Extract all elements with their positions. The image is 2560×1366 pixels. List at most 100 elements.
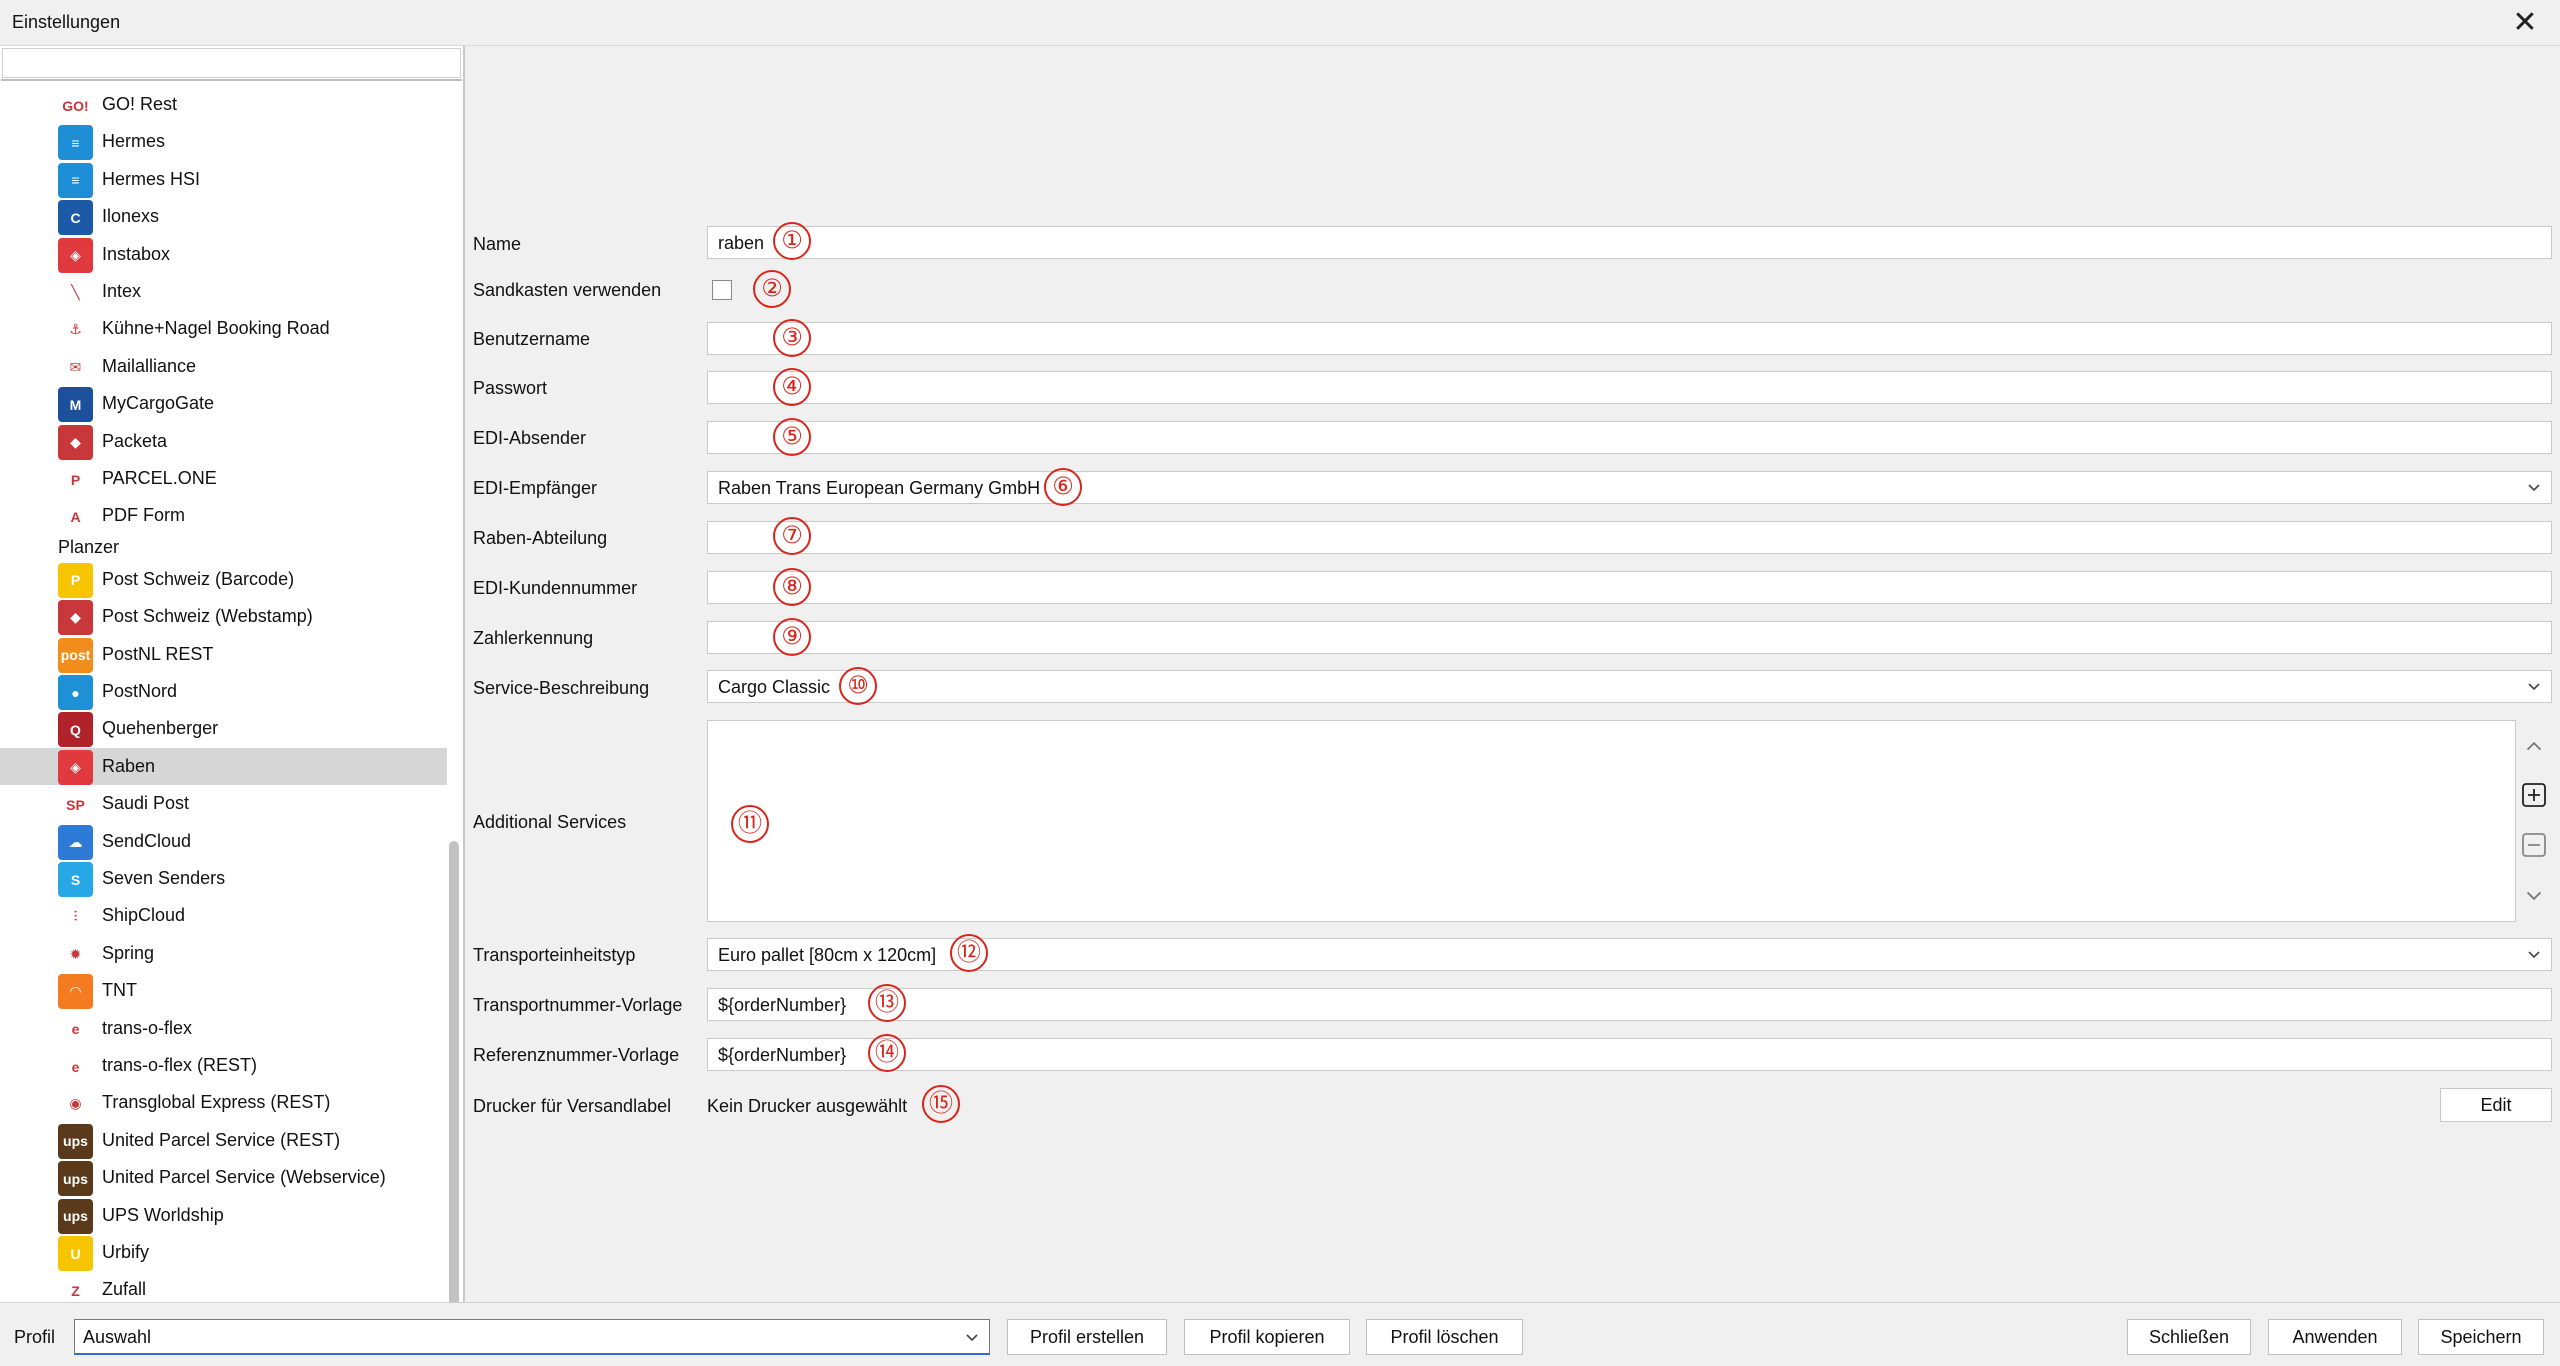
bottom-bar: Profil Auswahl Profil erstellen Profil k… — [0, 1302, 2560, 1366]
close-icon[interactable]: ✕ — [2506, 4, 2544, 42]
transglobal-logo-icon: ◉ — [58, 1086, 93, 1122]
sidebar-item-post-schweiz-webstamp[interactable]: ◆ Post Schweiz (Webstamp) — [0, 598, 447, 636]
sidebar-item-hermes[interactable]: ≡ Hermes — [0, 123, 447, 161]
password-input[interactable] — [707, 371, 2552, 404]
copy-profile-button[interactable]: Profil kopieren — [1184, 1319, 1350, 1355]
urbify-logo-icon: U — [58, 1236, 93, 1271]
service-description-select[interactable]: Cargo Classic — [707, 670, 2552, 703]
save-button[interactable]: Speichern — [2418, 1319, 2544, 1355]
sidebar-item-mycargogate[interactable]: M MyCargoGate — [0, 385, 447, 423]
remove-service-button[interactable] — [2516, 822, 2552, 868]
raben-department-label: Raben-Abteilung — [473, 528, 608, 548]
trans-o-flex-logo-icon: e — [58, 1049, 93, 1084]
payer-id-input[interactable] — [707, 621, 2552, 654]
edi-sender-input[interactable] — [707, 421, 2552, 454]
chevron-up-icon — [2526, 741, 2542, 751]
additional-services-list[interactable] — [707, 720, 2516, 922]
move-up-button[interactable] — [2516, 724, 2552, 770]
sidebar-item-shipcloud[interactable]: ⫶ ShipCloud — [0, 897, 447, 935]
sidebar-item-label: Instabox — [102, 243, 171, 264]
sidebar-item-raben[interactable]: ◈ Raben — [0, 747, 447, 785]
sidebar-item-tnt[interactable]: ◠ TNT — [0, 972, 447, 1010]
sidebar-item-k-hne-nagel-booking-road[interactable]: ⚓ Kühne+Nagel Booking Road — [0, 310, 447, 348]
sidebar-item-spring[interactable]: ✹ Spring — [0, 935, 447, 972]
profile-select[interactable]: Auswahl — [74, 1319, 990, 1355]
edi-sender-label: EDI-Absender — [473, 428, 587, 448]
sidebar-item-transglobal-express-rest[interactable]: ◉ Transglobal Express (REST) — [0, 1084, 447, 1122]
shipcloud-logo-icon: ⫶ — [58, 899, 93, 935]
marker-8: ⑧ — [773, 568, 811, 606]
sandbox-label: Sandkasten verwenden — [473, 280, 662, 300]
sidebar-item-saudi-post[interactable]: SP Saudi Post — [0, 785, 447, 823]
add-service-button[interactable] — [2516, 772, 2552, 818]
reference-number-template-input[interactable]: ${orderNumber} — [707, 1038, 2552, 1071]
close-button[interactable]: Schließen — [2127, 1319, 2251, 1355]
sidebar-item-ups-worldship[interactable]: ups UPS Worldship — [0, 1197, 447, 1234]
move-down-button[interactable] — [2516, 872, 2552, 918]
name-input[interactable]: raben — [707, 226, 2552, 259]
sidebar-item-label: Mailalliance — [102, 355, 197, 376]
transport-unit-type-value: Euro pallet [80cm x 120cm] — [718, 945, 937, 965]
minus-box-icon — [2522, 833, 2546, 857]
mycargogate-logo-icon: M — [58, 387, 93, 423]
edi-receiver-select[interactable]: Raben Trans European Germany GmbH — [707, 471, 2552, 504]
raben-logo-icon: ◈ — [58, 749, 93, 785]
quehenberger-logo-icon: Q — [58, 712, 93, 748]
chevron-down-icon — [2528, 484, 2540, 492]
sidebar-item-ilonexs[interactable]: C Ilonexs — [0, 198, 447, 236]
sidebar-item-packeta[interactable]: ◆ Packeta — [0, 423, 447, 460]
postnl-logo-icon: post — [58, 637, 93, 673]
sidebar-item-label: Intex — [102, 281, 142, 301]
ups-logo-icon: ups — [58, 1198, 93, 1234]
sidebar-item-sendcloud[interactable]: ☁ SendCloud — [0, 823, 447, 860]
sidebar-item-united-parcel-service-rest[interactable]: ups United Parcel Service (REST) — [0, 1122, 447, 1159]
additional-services-label: Additional Services — [473, 812, 627, 832]
sidebar-item-urbify[interactable]: U Urbify — [0, 1234, 447, 1271]
sidebar-item-intex[interactable]: ╲ Intex — [0, 273, 447, 310]
sidebar-item-mailalliance[interactable]: ✉ Mailalliance — [0, 348, 447, 385]
sandbox-checkbox[interactable] — [712, 280, 732, 300]
sidebar-item-go-rest[interactable]: GO! GO! Rest — [0, 86, 447, 123]
edit-printer-button[interactable]: Edit — [2440, 1088, 2552, 1122]
reference-number-template-value: ${orderNumber} — [718, 1045, 847, 1065]
sidebar-item-zufall[interactable]: Z Zufall — [0, 1271, 447, 1304]
sidebar-item-label: PostNord — [102, 681, 178, 701]
sidebar-item-postnl-rest[interactable]: post PostNL REST — [0, 636, 447, 673]
delete-profile-button[interactable]: Profil löschen — [1366, 1319, 1523, 1355]
sidebar-item-united-parcel-service-webservice[interactable]: ups United Parcel Service (Webservice) — [0, 1159, 447, 1197]
apply-button[interactable]: Anwenden — [2268, 1319, 2402, 1355]
intex-logo-icon: ╲ — [58, 275, 93, 310]
chevron-down-icon — [2526, 891, 2542, 901]
sendcloud-logo-icon: ☁ — [58, 824, 93, 860]
sidebar-item-quehenberger[interactable]: Q Quehenberger — [0, 710, 447, 748]
sidebar-item-label: ShipCloud — [102, 905, 186, 926]
sidebar-item-trans-o-flex[interactable]: e trans-o-flex — [0, 1010, 447, 1047]
sidebar-item-label: Hermes HSI — [102, 168, 201, 189]
sidebar-item-seven-senders[interactable]: S Seven Senders — [0, 860, 447, 897]
sidebar-item-hermes-hsi[interactable]: ≡ Hermes HSI — [0, 161, 447, 198]
sidebar-search-input[interactable] — [1, 48, 462, 81]
sidebar-item-pdf-form[interactable]: A PDF Form — [0, 497, 447, 535]
sidebar-item-label: Urbify — [102, 1242, 150, 1262]
sidebar-item-instabox[interactable]: ◈ Instabox — [0, 236, 447, 273]
sidebar-item-post-schweiz-barcode[interactable]: P Post Schweiz (Barcode) — [0, 561, 447, 598]
transport-number-template-input[interactable]: ${orderNumber} — [707, 988, 2552, 1021]
tnt-logo-icon: ◠ — [58, 974, 93, 1010]
sidebar-scrollbar[interactable] — [449, 841, 459, 1306]
edi-customer-number-input[interactable] — [707, 571, 2552, 604]
service-description-label: Service-Beschreibung — [473, 678, 650, 698]
kuehne-nagel-logo-icon: ⚓ — [58, 312, 93, 348]
sidebar-item-label: Hermes — [102, 131, 166, 152]
create-profile-button[interactable]: Profil erstellen — [1007, 1319, 1167, 1355]
sidebar-item-trans-o-flex-rest[interactable]: e trans-o-flex (REST) — [0, 1047, 447, 1084]
marker-13: ⑬ — [868, 984, 906, 1022]
raben-department-input[interactable] — [707, 521, 2552, 554]
transport-number-template-value: ${orderNumber} — [718, 995, 847, 1015]
plus-box-icon — [2522, 783, 2546, 807]
sidebar-item-postnord[interactable]: ● PostNord — [0, 673, 447, 710]
marker-11: ⑪ — [731, 805, 769, 843]
username-input[interactable] — [707, 322, 2552, 355]
sidebar-item-parcel-one[interactable]: P PARCEL.ONE — [0, 460, 447, 497]
sidebar-item-label: United Parcel Service (Webservice) — [102, 1167, 386, 1188]
sidebar-item-label: GO! Rest — [102, 94, 178, 114]
